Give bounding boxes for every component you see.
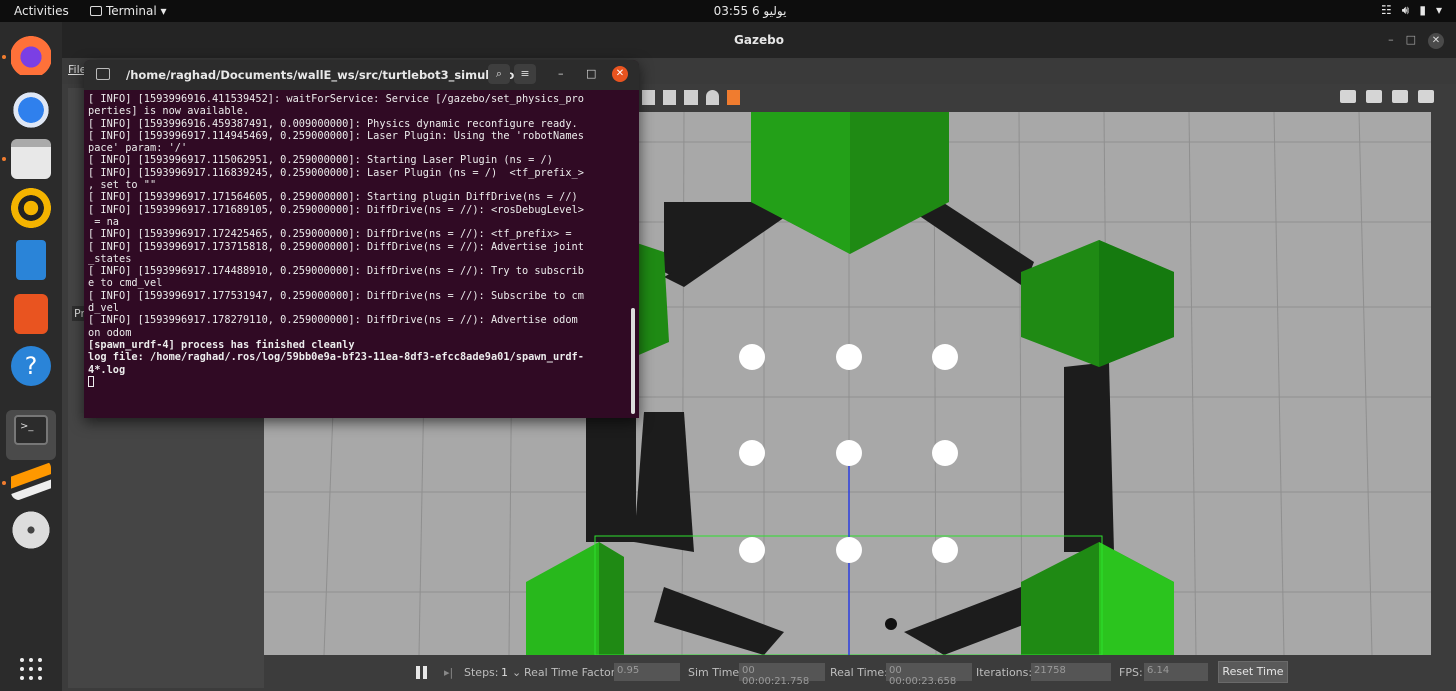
gazebo-status-bar: ▸| Steps: 1 ⌄ Real Time Factor: 0.95 Sim… xyxy=(264,655,1456,691)
real-time-value: 00 00:00:23.658 xyxy=(886,663,972,687)
terminal-line: [ INFO] [1593996916.411539452]: waitForS… xyxy=(88,93,584,105)
terminal-line: [spawn_urdf-4] process has finished clea… xyxy=(88,338,355,351)
dvd-icon[interactable] xyxy=(11,510,51,550)
terminal-line: = na xyxy=(88,215,119,228)
terminal-line: [ INFO] [1593996917.172425465, 0.2590000… xyxy=(88,228,572,241)
reset-time-button[interactable]: Reset Time xyxy=(1218,661,1288,683)
terminal-titlebar[interactable]: /home/raghad/Documents/wallE_ws/src/turt… xyxy=(84,60,639,90)
terminal-line: _states xyxy=(88,252,132,265)
clock[interactable]: 03:55 6 يوليو xyxy=(680,4,820,18)
app-menu[interactable]: Terminal ▾ xyxy=(90,4,167,18)
rtf-value: 0.95 xyxy=(614,663,680,681)
steps-label: Steps: xyxy=(464,666,499,679)
terminal-line: [ INFO] [1593996917.174488910, 0.2590000… xyxy=(88,265,584,278)
help-icon[interactable]: ? xyxy=(11,346,51,386)
terminal-line: [ INFO] [1593996917.114945469, 0.2590000… xyxy=(88,129,584,142)
maximize-icon[interactable]: □ xyxy=(1406,33,1416,49)
terminal-line: [ INFO] [1593996917.116839245, 0.2590000… xyxy=(88,166,584,179)
steps-dropdown-icon[interactable]: ⌄ xyxy=(512,666,521,679)
files-icon[interactable] xyxy=(11,139,51,179)
iterations-label: Iterations: xyxy=(976,666,1033,679)
terminal-line: d_vel xyxy=(88,302,119,315)
app-menu-label: Terminal ▾ xyxy=(106,4,167,18)
sim-time-value: 00 00:00:21.758 xyxy=(739,663,825,687)
terminal-line: perties] is now available. xyxy=(88,105,250,118)
terminal-line: log file: /home/raghad/.ros/log/59bb0e9a… xyxy=(88,351,584,364)
align-icon[interactable] xyxy=(684,90,698,105)
minimize-icon[interactable]: – xyxy=(1388,33,1394,49)
terminal-window[interactable]: /home/raghad/Documents/wallE_ws/src/turt… xyxy=(84,60,639,418)
dock: ? >_ xyxy=(0,22,62,691)
volume-icon[interactable]: 🔊︎ xyxy=(1402,3,1410,18)
terminal-icon[interactable]: >_ xyxy=(14,415,48,445)
sim-time-label: Sim Time: xyxy=(688,666,743,679)
gazebo-titlebar[interactable]: Gazebo – □ ✕ xyxy=(62,22,1456,58)
plot-icon[interactable] xyxy=(1392,90,1408,103)
change-view-icon[interactable] xyxy=(727,90,740,105)
screenshot-icon[interactable] xyxy=(1340,90,1356,103)
terminal-line: on odom xyxy=(88,326,132,339)
thunderbird-icon[interactable] xyxy=(11,90,51,130)
terminal-line: [ INFO] [1593996917.115062951, 0.2590000… xyxy=(88,154,553,167)
top-bar: Activities Terminal ▾ 03:55 6 يوليو ☷ 🔊︎… xyxy=(0,0,1456,22)
terminal-line: 4*.log xyxy=(88,363,126,376)
rtf-label: Real Time Factor: xyxy=(524,666,619,679)
terminal-title: /home/raghad/Documents/wallE_ws/src/turt… xyxy=(126,68,536,82)
close-icon[interactable]: ✕ xyxy=(1428,33,1444,49)
close-icon[interactable]: ✕ xyxy=(612,66,628,82)
window-title: Gazebo xyxy=(734,33,784,47)
viewport-side-handle[interactable] xyxy=(1431,112,1456,655)
gazebo-icon[interactable] xyxy=(11,460,51,500)
minimize-icon[interactable]: – xyxy=(558,67,564,80)
terminal-line: [ INFO] [1593996917.171564605, 0.2590000… xyxy=(88,191,578,204)
firefox-icon[interactable] xyxy=(11,35,51,75)
terminal-line: pace' param: '/' xyxy=(88,142,188,155)
terminal-small-icon xyxy=(90,6,102,16)
terminal-output[interactable]: [ INFO] [1593996916.411539452]: waitForS… xyxy=(88,93,628,388)
real-time-label: Real Time: xyxy=(830,666,888,679)
network-icon[interactable]: ☷ xyxy=(1381,3,1392,18)
new-tab-icon[interactable] xyxy=(96,68,110,80)
show-applications-icon[interactable] xyxy=(20,658,42,680)
terminal-line: [ INFO] [1593996917.178279110, 0.2590000… xyxy=(88,314,578,327)
terminal-line: e to cmd_vel xyxy=(88,277,163,290)
step-icon[interactable]: ▸| xyxy=(444,666,456,679)
writer-icon[interactable] xyxy=(16,240,46,280)
software-icon[interactable] xyxy=(14,294,48,334)
fps-value: 6.14 xyxy=(1144,663,1208,681)
video-record-icon[interactable] xyxy=(1418,90,1434,103)
activities-button[interactable]: Activities xyxy=(14,4,69,18)
maximize-icon[interactable]: □ xyxy=(586,67,596,80)
fps-label: FPS: xyxy=(1119,666,1143,679)
battery-icon[interactable]: ▮ xyxy=(1419,3,1426,18)
running-indicator xyxy=(2,157,6,161)
pause-icon[interactable] xyxy=(416,666,427,679)
desktop: Activities Terminal ▾ 03:55 6 يوليو ☷ 🔊︎… xyxy=(0,0,1456,691)
terminal-line: , set to "" xyxy=(88,179,157,192)
running-indicator xyxy=(2,481,6,485)
rhythmbox-icon[interactable] xyxy=(11,188,51,228)
log-icon[interactable] xyxy=(1366,90,1382,103)
terminal-line: [ INFO] [1593996917.177531947, 0.2590000… xyxy=(88,289,584,302)
snap-icon[interactable] xyxy=(706,90,719,105)
copy-icon[interactable] xyxy=(642,90,655,105)
paste-icon[interactable] xyxy=(663,90,676,105)
steps-value[interactable]: 1 xyxy=(501,666,508,679)
system-tray[interactable]: ☷ 🔊︎ ▮ ▾ xyxy=(1381,3,1442,18)
menu-arrow-icon[interactable]: ▾ xyxy=(1436,3,1442,18)
terminal-cursor xyxy=(88,375,94,387)
iterations-value: 21758 xyxy=(1031,663,1111,681)
terminal-scrollbar[interactable] xyxy=(631,308,635,414)
terminal-line: [ INFO] [1593996917.171689105, 0.2590000… xyxy=(88,203,584,216)
terminal-line: [ INFO] [1593996916.459387491, 0.0090000… xyxy=(88,117,578,130)
hamburger-menu-icon[interactable]: ≡ xyxy=(514,64,536,84)
running-indicator xyxy=(2,55,6,59)
search-icon[interactable]: ⌕ xyxy=(488,64,510,84)
terminal-line: [ INFO] [1593996917.173715818, 0.2590000… xyxy=(88,240,584,253)
